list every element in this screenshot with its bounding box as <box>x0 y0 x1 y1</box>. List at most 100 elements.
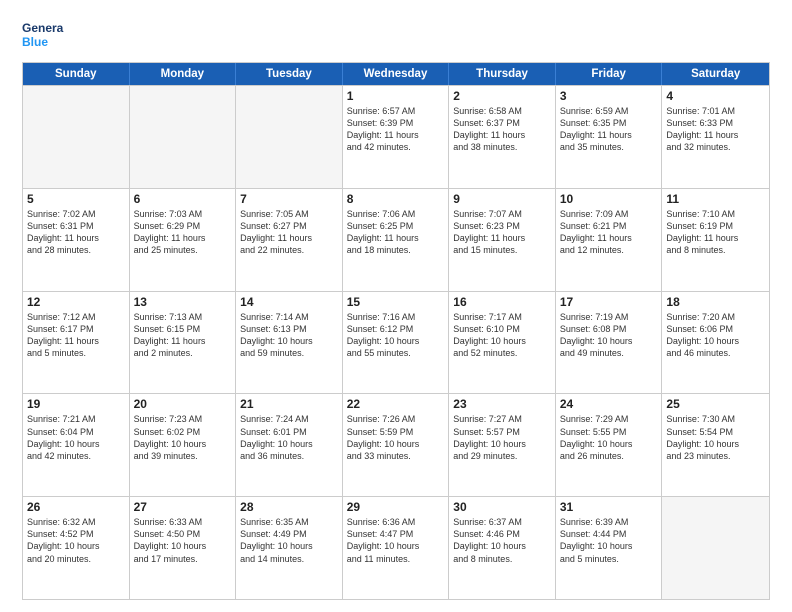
day-number: 30 <box>453 500 551 514</box>
day-info: Sunrise: 7:06 AM Sunset: 6:25 PM Dayligh… <box>347 208 445 257</box>
day-cell-30: 30 Sunrise: 6:37 AM Sunset: 4:46 PM Dayli… <box>449 497 556 599</box>
day-cell-18: 18 Sunrise: 7:20 AM Sunset: 6:06 PM Dayli… <box>662 292 769 394</box>
day-number: 15 <box>347 295 445 309</box>
day-number: 20 <box>134 397 232 411</box>
day-number: 31 <box>560 500 658 514</box>
day-info: Sunrise: 7:13 AM Sunset: 6:15 PM Dayligh… <box>134 311 232 360</box>
day-info: Sunrise: 7:30 AM Sunset: 5:54 PM Dayligh… <box>666 413 765 462</box>
day-info: Sunrise: 7:01 AM Sunset: 6:33 PM Dayligh… <box>666 105 765 154</box>
logo-svg: General Blue <box>22 18 64 54</box>
page: General Blue SundayMondayTuesdayWednesda… <box>0 0 792 612</box>
day-info: Sunrise: 6:33 AM Sunset: 4:50 PM Dayligh… <box>134 516 232 565</box>
header: General Blue <box>22 18 770 54</box>
day-number: 7 <box>240 192 338 206</box>
calendar-body: 1 Sunrise: 6:57 AM Sunset: 6:39 PM Daylig… <box>23 85 769 599</box>
day-cell-19: 19Sunrise: 7:21 AM Sunset: 6:04 PM Dayli… <box>23 394 130 496</box>
empty-cell <box>662 497 769 599</box>
day-info: Sunrise: 7:17 AM Sunset: 6:10 PM Dayligh… <box>453 311 551 360</box>
day-number: 4 <box>666 89 765 103</box>
day-info: Sunrise: 7:14 AM Sunset: 6:13 PM Dayligh… <box>240 311 338 360</box>
calendar: SundayMondayTuesdayWednesdayThursdayFrid… <box>22 62 770 600</box>
day-info: Sunrise: 7:20 AM Sunset: 6:06 PM Dayligh… <box>666 311 765 360</box>
day-cell-31: 31 Sunrise: 6:39 AM Sunset: 4:44 PM Dayli… <box>556 497 663 599</box>
day-number: 28 <box>240 500 338 514</box>
day-info: Sunrise: 6:37 AM Sunset: 4:46 PM Dayligh… <box>453 516 551 565</box>
day-header-tuesday: Tuesday <box>236 63 343 85</box>
week-row-5: 26Sunrise: 6:32 AM Sunset: 4:52 PM Dayli… <box>23 496 769 599</box>
day-info: Sunrise: 7:24 AM Sunset: 6:01 PM Dayligh… <box>240 413 338 462</box>
day-cell-8: 8Sunrise: 7:06 AM Sunset: 6:25 PM Daylig… <box>343 189 450 291</box>
day-info: Sunrise: 6:32 AM Sunset: 4:52 PM Dayligh… <box>27 516 125 565</box>
day-number: 17 <box>560 295 658 309</box>
day-info: Sunrise: 7:27 AM Sunset: 5:57 PM Dayligh… <box>453 413 551 462</box>
day-number: 3 <box>560 89 658 103</box>
day-header-friday: Friday <box>556 63 663 85</box>
day-cell-9: 9 Sunrise: 7:07 AM Sunset: 6:23 PM Daylig… <box>449 189 556 291</box>
day-number: 27 <box>134 500 232 514</box>
day-cell-7: 7 Sunrise: 7:05 AM Sunset: 6:27 PM Daylig… <box>236 189 343 291</box>
logo: General Blue <box>22 18 64 54</box>
day-cell-28: 28 Sunrise: 6:35 AM Sunset: 4:49 PM Dayli… <box>236 497 343 599</box>
day-cell-23: 23 Sunrise: 7:27 AM Sunset: 5:57 PM Dayli… <box>449 394 556 496</box>
day-info: Sunrise: 7:19 AM Sunset: 6:08 PM Dayligh… <box>560 311 658 360</box>
day-number: 16 <box>453 295 551 309</box>
day-number: 14 <box>240 295 338 309</box>
day-header-saturday: Saturday <box>662 63 769 85</box>
day-info: Sunrise: 7:23 AM Sunset: 6:02 PM Dayligh… <box>134 413 232 462</box>
day-number: 9 <box>453 192 551 206</box>
day-cell-2: 2Sunrise: 6:58 AM Sunset: 6:37 PM Daylig… <box>449 86 556 188</box>
day-cell-1: 1 Sunrise: 6:57 AM Sunset: 6:39 PM Daylig… <box>343 86 450 188</box>
day-cell-21: 21 Sunrise: 7:24 AM Sunset: 6:01 PM Dayli… <box>236 394 343 496</box>
day-info: Sunrise: 7:16 AM Sunset: 6:12 PM Dayligh… <box>347 311 445 360</box>
day-number: 23 <box>453 397 551 411</box>
day-cell-3: 3 Sunrise: 6:59 AM Sunset: 6:35 PM Daylig… <box>556 86 663 188</box>
day-cell-16: 16 Sunrise: 7:17 AM Sunset: 6:10 PM Dayli… <box>449 292 556 394</box>
day-info: Sunrise: 7:02 AM Sunset: 6:31 PM Dayligh… <box>27 208 125 257</box>
day-cell-27: 27 Sunrise: 6:33 AM Sunset: 4:50 PM Dayli… <box>130 497 237 599</box>
day-info: Sunrise: 6:59 AM Sunset: 6:35 PM Dayligh… <box>560 105 658 154</box>
day-number: 21 <box>240 397 338 411</box>
day-header-thursday: Thursday <box>449 63 556 85</box>
day-info: Sunrise: 6:39 AM Sunset: 4:44 PM Dayligh… <box>560 516 658 565</box>
day-number: 1 <box>347 89 445 103</box>
day-info: Sunrise: 6:57 AM Sunset: 6:39 PM Dayligh… <box>347 105 445 154</box>
day-cell-6: 6Sunrise: 7:03 AM Sunset: 6:29 PM Daylig… <box>130 189 237 291</box>
svg-text:Blue: Blue <box>22 35 48 49</box>
day-number: 11 <box>666 192 765 206</box>
week-row-4: 19Sunrise: 7:21 AM Sunset: 6:04 PM Dayli… <box>23 393 769 496</box>
day-cell-20: 20 Sunrise: 7:23 AM Sunset: 6:02 PM Dayli… <box>130 394 237 496</box>
week-row-2: 5 Sunrise: 7:02 AM Sunset: 6:31 PM Daylig… <box>23 188 769 291</box>
day-info: Sunrise: 6:35 AM Sunset: 4:49 PM Dayligh… <box>240 516 338 565</box>
day-cell-12: 12Sunrise: 7:12 AM Sunset: 6:17 PM Dayli… <box>23 292 130 394</box>
day-cell-26: 26Sunrise: 6:32 AM Sunset: 4:52 PM Dayli… <box>23 497 130 599</box>
day-number: 18 <box>666 295 765 309</box>
day-number: 5 <box>27 192 125 206</box>
day-cell-10: 10 Sunrise: 7:09 AM Sunset: 6:21 PM Dayli… <box>556 189 663 291</box>
empty-cell <box>236 86 343 188</box>
day-cell-14: 14 Sunrise: 7:14 AM Sunset: 6:13 PM Dayli… <box>236 292 343 394</box>
day-header-monday: Monday <box>130 63 237 85</box>
empty-cell <box>23 86 130 188</box>
day-info: Sunrise: 7:12 AM Sunset: 6:17 PM Dayligh… <box>27 311 125 360</box>
calendar-header: SundayMondayTuesdayWednesdayThursdayFrid… <box>23 63 769 85</box>
day-number: 29 <box>347 500 445 514</box>
day-cell-22: 22Sunrise: 7:26 AM Sunset: 5:59 PM Dayli… <box>343 394 450 496</box>
day-info: Sunrise: 7:07 AM Sunset: 6:23 PM Dayligh… <box>453 208 551 257</box>
day-info: Sunrise: 6:36 AM Sunset: 4:47 PM Dayligh… <box>347 516 445 565</box>
day-cell-15: 15 Sunrise: 7:16 AM Sunset: 6:12 PM Dayli… <box>343 292 450 394</box>
day-info: Sunrise: 7:29 AM Sunset: 5:55 PM Dayligh… <box>560 413 658 462</box>
day-number: 22 <box>347 397 445 411</box>
day-number: 13 <box>134 295 232 309</box>
day-header-sunday: Sunday <box>23 63 130 85</box>
day-info: Sunrise: 7:21 AM Sunset: 6:04 PM Dayligh… <box>27 413 125 462</box>
week-row-3: 12Sunrise: 7:12 AM Sunset: 6:17 PM Dayli… <box>23 291 769 394</box>
day-info: Sunrise: 7:09 AM Sunset: 6:21 PM Dayligh… <box>560 208 658 257</box>
day-info: Sunrise: 6:58 AM Sunset: 6:37 PM Dayligh… <box>453 105 551 154</box>
day-info: Sunrise: 7:05 AM Sunset: 6:27 PM Dayligh… <box>240 208 338 257</box>
day-number: 25 <box>666 397 765 411</box>
svg-text:General: General <box>22 21 64 35</box>
day-number: 10 <box>560 192 658 206</box>
day-cell-4: 4 Sunrise: 7:01 AM Sunset: 6:33 PM Daylig… <box>662 86 769 188</box>
week-row-1: 1 Sunrise: 6:57 AM Sunset: 6:39 PM Daylig… <box>23 85 769 188</box>
day-cell-29: 29 Sunrise: 6:36 AM Sunset: 4:47 PM Dayli… <box>343 497 450 599</box>
